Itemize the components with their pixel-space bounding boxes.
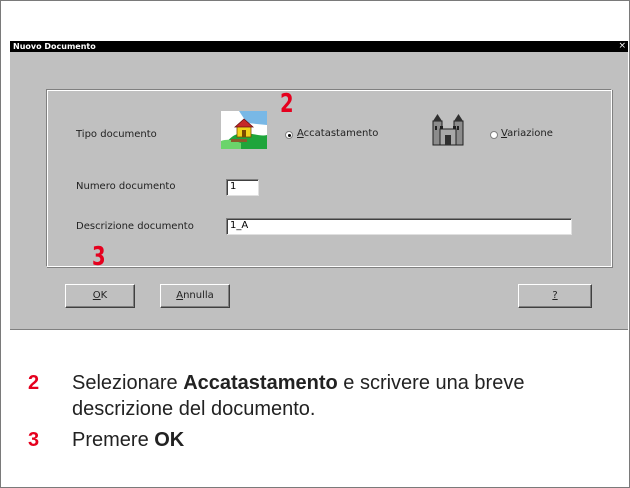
instruction-2-bold: Accatastamento [183, 372, 338, 394]
help-button[interactable]: ? [518, 284, 592, 308]
accatastamento-accel: A [297, 128, 304, 139]
dialog-titlebar: Nuovo Documento × [10, 41, 628, 52]
accatastamento-label-rest: ccatastamento [303, 128, 379, 139]
annulla-label-rest: nnulla [183, 290, 214, 301]
accatastamento-label[interactable]: Accatastamento [297, 128, 378, 139]
house-landscape-icon [221, 111, 267, 149]
instruction-3-number: 3 [28, 429, 40, 451]
instruction-step-3: 3 Premere OK [28, 427, 608, 453]
callout-step-3: 3 [92, 242, 106, 272]
instruction-step-2: 2 Selezionare Accatastamento e scrivere … [28, 370, 608, 422]
dialog-title: Nuovo Documento [13, 42, 96, 51]
instruction-3-bold: OK [154, 429, 185, 451]
screenshot-frame: Nuovo Documento × Tipo documento 2 Accat… [0, 0, 630, 488]
radio-variazione[interactable] [490, 131, 498, 139]
instruction-2-pre: Selezionare [72, 372, 184, 394]
close-icon[interactable]: × [618, 41, 626, 52]
ok-accel: O [92, 290, 101, 301]
ok-button[interactable]: OK [65, 284, 135, 308]
help-label: ? [552, 290, 558, 301]
numero-documento-field[interactable]: 1 [226, 179, 259, 196]
annulla-button[interactable]: Annulla [160, 284, 230, 308]
variazione-label[interactable]: Variazione [501, 128, 553, 139]
tipo-documento-label: Tipo documento [76, 129, 157, 140]
variazione-label-rest: ariazione [507, 128, 553, 139]
instruction-3-pre: Premere [72, 429, 155, 451]
descrizione-documento-label: Descrizione documento [76, 221, 194, 232]
radio-accatastamento[interactable] [285, 131, 293, 139]
instruction-3-text: Premere OK [72, 427, 592, 453]
document-groupbox [46, 89, 612, 267]
nuovo-documento-dialog: Nuovo Documento × Tipo documento 2 Accat… [10, 41, 628, 330]
instruction-2-text: Selezionare Accatastamento e scrivere un… [72, 370, 592, 422]
descrizione-documento-field[interactable]: 1_A [226, 218, 572, 235]
instruction-2-number: 2 [28, 372, 40, 394]
numero-documento-label: Numero documento [76, 181, 176, 192]
callout-step-2: 2 [280, 89, 294, 119]
castle-icon [428, 113, 468, 149]
ok-label-rest: K [100, 290, 108, 301]
